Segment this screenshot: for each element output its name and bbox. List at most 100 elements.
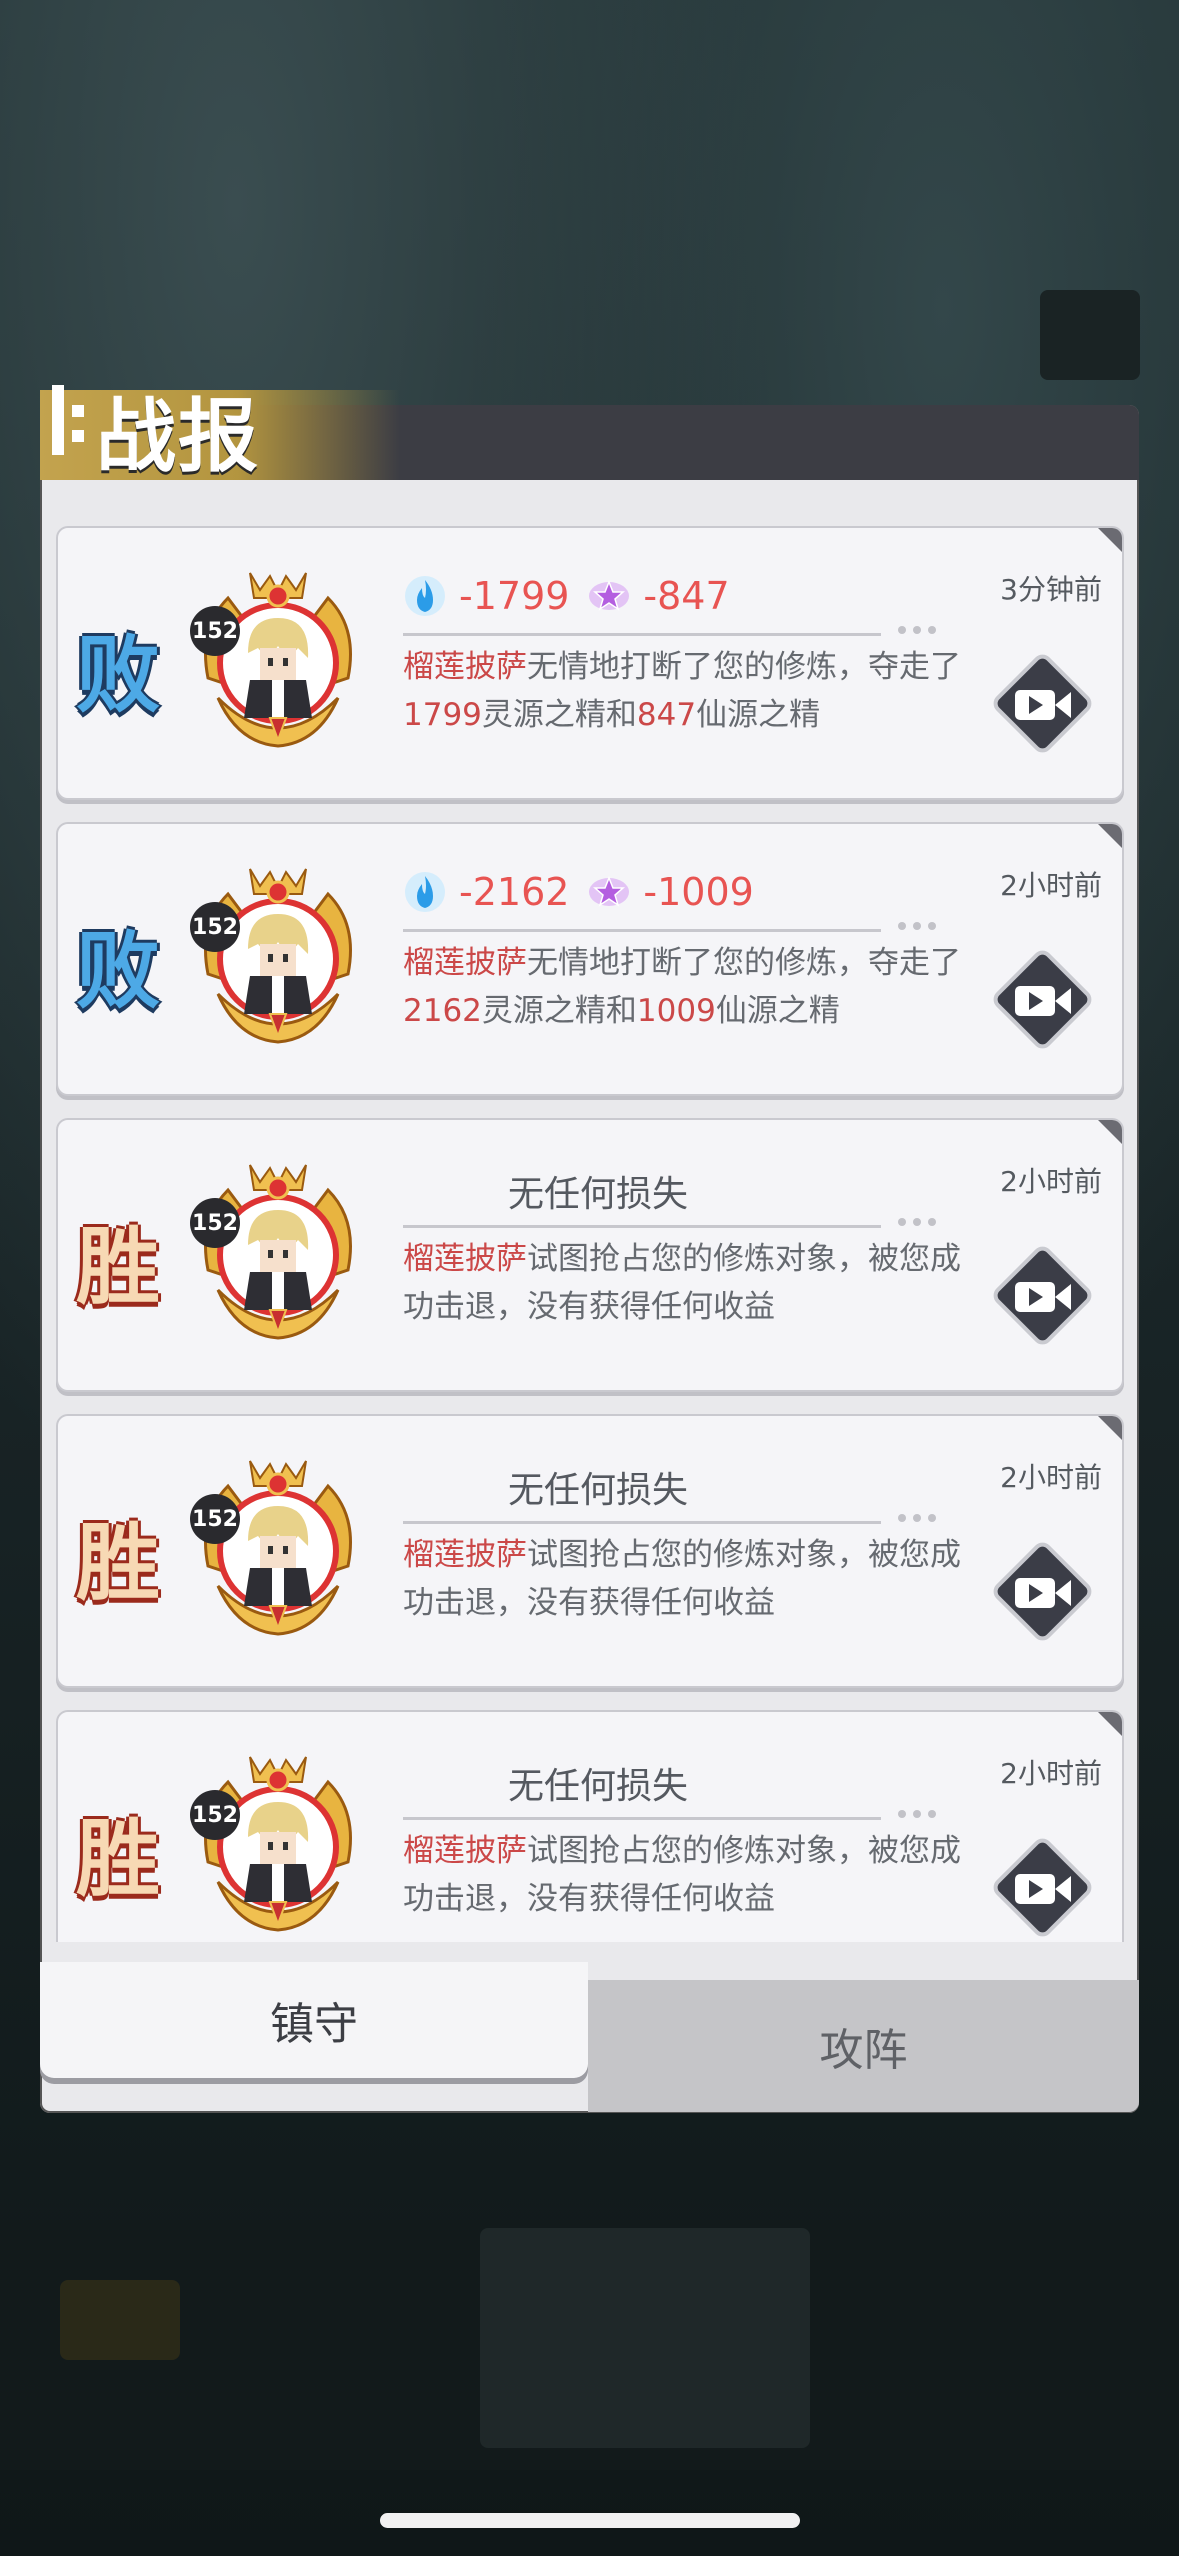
blue-flame-icon bbox=[403, 870, 447, 914]
report-list[interactable]: 败 152 -1799 -847 榴莲披萨无情地打断了您的修炼，夺走了1799灵源之精… bbox=[40, 484, 1139, 1942]
card-corner-decoration bbox=[1096, 1120, 1122, 1146]
dot bbox=[928, 1810, 936, 1818]
dots-decoration bbox=[898, 1514, 936, 1522]
immortal-essence-amount: 847 bbox=[636, 697, 697, 733]
description-text: 无情地打断了您的修炼，夺走了 bbox=[527, 649, 961, 685]
spirit-essence-loss: -2162 bbox=[459, 870, 570, 914]
opponent-avatar[interactable] bbox=[188, 1160, 368, 1340]
report-time: 2小时前 bbox=[1000, 1757, 1102, 1790]
report-card: 败 152 -1799 -847 榴莲披萨无情地打断了您的修炼，夺走了 1799灵源之精… bbox=[56, 526, 1124, 800]
card-corner-decoration bbox=[1096, 528, 1122, 554]
opponent-name[interactable]: 榴莲披萨 bbox=[403, 945, 527, 981]
video-replay-icon[interactable] bbox=[985, 1238, 1100, 1353]
dot bbox=[898, 1810, 906, 1818]
report-card: 胜 152 无任何损失 榴莲披萨试图抢占您的修炼对象，被您成功击退，没有获得任何收益… bbox=[56, 1414, 1124, 1688]
spirit-essence-amount: 2162 bbox=[403, 993, 482, 1029]
report-time: 2小时前 bbox=[1000, 869, 1102, 902]
report-time: 2小时前 bbox=[1000, 1461, 1102, 1494]
level-badge: 152 bbox=[190, 902, 240, 952]
loss-summary: -2162 -1009 bbox=[403, 862, 772, 922]
dot bbox=[898, 1218, 906, 1226]
card-corner-decoration bbox=[1096, 824, 1122, 850]
dot bbox=[898, 626, 906, 634]
dot bbox=[928, 922, 936, 930]
dots-decoration bbox=[898, 1218, 936, 1226]
description-text: 仙源之精 bbox=[696, 697, 821, 733]
description-text: 灵源之精和 bbox=[481, 697, 637, 733]
spirit-essence-amount: 1799 bbox=[403, 697, 482, 733]
dot bbox=[898, 922, 906, 930]
dots-decoration bbox=[898, 922, 936, 930]
opponent-name[interactable]: 榴莲披萨 bbox=[403, 1833, 527, 1869]
divider bbox=[403, 1521, 881, 1524]
video-replay-icon[interactable] bbox=[985, 646, 1100, 761]
purple-star-icon bbox=[587, 574, 631, 618]
immortal-essence-amount: 1009 bbox=[636, 993, 716, 1029]
dot bbox=[913, 1514, 921, 1522]
dot bbox=[913, 626, 921, 634]
report-description: 榴莲披萨无情地打断了您的修炼，夺走了 2162灵源之精和1009仙源之精 bbox=[403, 939, 963, 1035]
tab-defend[interactable]: 镇守 bbox=[40, 1962, 588, 2078]
level-badge: 152 bbox=[190, 1198, 240, 1248]
dot bbox=[913, 922, 921, 930]
title-mark-dot bbox=[72, 430, 84, 442]
divider bbox=[403, 1817, 881, 1820]
card-corner-decoration bbox=[1096, 1416, 1122, 1442]
dot bbox=[898, 1514, 906, 1522]
level-badge: 152 bbox=[190, 1790, 240, 1840]
victory-label: 胜 bbox=[76, 1514, 160, 1612]
description-text: 仙源之精 bbox=[715, 993, 840, 1029]
background-button bbox=[480, 2228, 810, 2448]
card-corner-decoration bbox=[1096, 1712, 1122, 1738]
report-card: 胜 152 无任何损失 榴莲披萨试图抢占您的修炼对象，被您成功击退，没有获得任何收益… bbox=[56, 1710, 1124, 1942]
opponent-avatar[interactable] bbox=[188, 568, 368, 748]
opponent-avatar[interactable] bbox=[188, 1752, 368, 1932]
immortal-essence-loss: -847 bbox=[643, 574, 730, 618]
divider bbox=[403, 1225, 881, 1228]
report-card: 败 152 -2162 -1009 榴莲披萨无情地打断了您的修炼，夺走了 2162灵源之… bbox=[56, 822, 1124, 1096]
spirit-essence-loss: -1799 bbox=[459, 574, 570, 618]
dot bbox=[928, 626, 936, 634]
report-time: 3分钟前 bbox=[1000, 573, 1102, 606]
dots-decoration bbox=[898, 626, 936, 634]
level-badge: 152 bbox=[190, 606, 240, 656]
purple-star-icon bbox=[587, 870, 631, 914]
video-replay-icon[interactable] bbox=[985, 1534, 1100, 1649]
opponent-name[interactable]: 榴莲披萨 bbox=[403, 1537, 527, 1573]
report-card: 胜 152 无任何损失 榴莲披萨试图抢占您的修炼对象，被您成功击退，没有获得任何收益… bbox=[56, 1118, 1124, 1392]
tab-bar: 攻阵 镇守 bbox=[40, 1962, 1139, 2112]
defeat-label: 败 bbox=[76, 626, 160, 724]
description-text: 无情地打断了您的修炼，夺走了 bbox=[527, 945, 961, 981]
background-object bbox=[1040, 290, 1140, 380]
opponent-name[interactable]: 榴莲披萨 bbox=[403, 1241, 527, 1277]
tab-attack[interactable]: 攻阵 bbox=[588, 1980, 1139, 2112]
divider bbox=[403, 633, 881, 636]
report-description: 榴莲披萨试图抢占您的修炼对象，被您成功击退，没有获得任何收益 bbox=[403, 1235, 963, 1331]
dot bbox=[913, 1810, 921, 1818]
dot bbox=[913, 1218, 921, 1226]
loss-summary: -1799 -847 bbox=[403, 566, 748, 626]
blue-flame-icon bbox=[403, 574, 447, 618]
opponent-name[interactable]: 榴莲披萨 bbox=[403, 649, 527, 685]
immortal-essence-loss: -1009 bbox=[643, 870, 754, 914]
dot bbox=[928, 1218, 936, 1226]
divider bbox=[403, 929, 881, 932]
home-indicator[interactable] bbox=[380, 2513, 800, 2528]
report-description: 榴莲披萨试图抢占您的修炼对象，被您成功击退，没有获得任何收益 bbox=[403, 1827, 963, 1923]
title-mark bbox=[52, 385, 64, 455]
no-loss-text: 无任何损失 bbox=[507, 1766, 688, 1807]
title-mark-dot bbox=[72, 405, 84, 417]
video-replay-icon[interactable] bbox=[985, 942, 1100, 1057]
level-badge: 152 bbox=[190, 1494, 240, 1544]
video-replay-icon[interactable] bbox=[985, 1830, 1100, 1942]
opponent-avatar[interactable] bbox=[188, 1456, 368, 1636]
dialog-title: 战报 bbox=[96, 390, 260, 483]
background-icon bbox=[60, 2280, 180, 2360]
opponent-avatar[interactable] bbox=[188, 864, 368, 1044]
dot bbox=[928, 1514, 936, 1522]
defeat-label: 败 bbox=[76, 922, 160, 1020]
no-loss-text: 无任何损失 bbox=[507, 1470, 688, 1511]
description-text: 灵源之精和 bbox=[481, 993, 637, 1029]
dots-decoration bbox=[898, 1810, 936, 1818]
no-loss-text: 无任何损失 bbox=[507, 1174, 688, 1215]
